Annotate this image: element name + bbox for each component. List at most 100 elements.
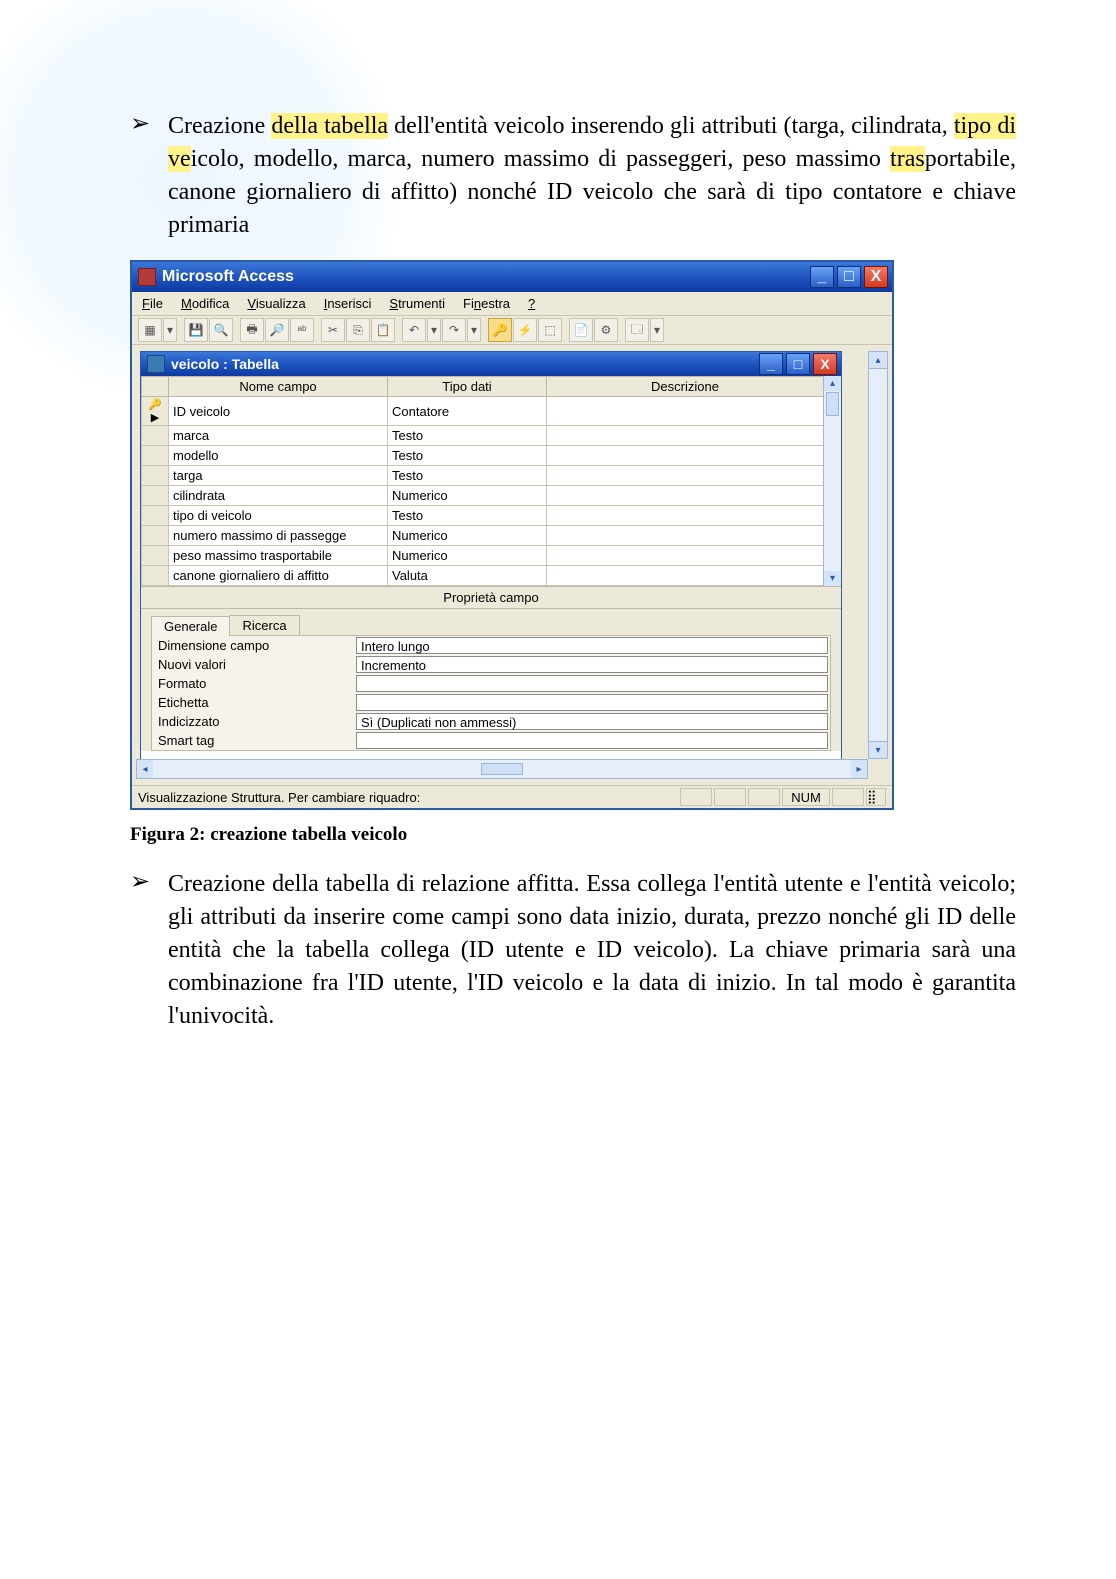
menu-inserisci[interactable]: Inserisci bbox=[324, 296, 372, 311]
property-value-input[interactable]: Sì (Duplicati non ammessi) bbox=[356, 713, 828, 730]
row-selector[interactable] bbox=[142, 426, 169, 446]
field-name-cell[interactable]: canone giornaliero di affitto bbox=[169, 566, 388, 586]
scroll-up-icon[interactable]: ▴ bbox=[824, 376, 841, 391]
property-value-input[interactable]: Incremento bbox=[356, 656, 828, 673]
scroll-down-icon[interactable]: ▾ bbox=[824, 571, 841, 586]
field-type-cell[interactable]: Testo bbox=[388, 466, 547, 486]
dbwindow-button[interactable]: 🗔 bbox=[625, 318, 649, 342]
more-dropdown[interactable]: ▾ bbox=[650, 318, 664, 342]
key-button[interactable]: 🔑 bbox=[488, 318, 512, 342]
tab-ricerca[interactable]: Ricerca bbox=[229, 615, 299, 635]
field-desc-cell[interactable] bbox=[547, 486, 824, 506]
paste-button[interactable]: 📋 bbox=[371, 318, 395, 342]
row-selector[interactable] bbox=[142, 486, 169, 506]
view-button[interactable]: ▦ bbox=[138, 318, 162, 342]
fields-table[interactable]: Nome campo Tipo dati Descrizione 🔑▶ID ve… bbox=[141, 376, 824, 586]
property-value-input[interactable] bbox=[356, 694, 828, 711]
resize-grip-icon[interactable]: ⣿ bbox=[866, 788, 886, 806]
child-titlebar[interactable]: veicolo : Tabella _ □ X bbox=[141, 352, 841, 376]
scroll-up-icon[interactable]: ▴ bbox=[869, 352, 887, 369]
menu-help[interactable]: ? bbox=[528, 296, 535, 311]
scroll-right-icon[interactable]: ▸ bbox=[851, 760, 867, 778]
table-row[interactable]: 🔑▶ID veicoloContatore bbox=[142, 397, 824, 426]
property-value-input[interactable] bbox=[356, 675, 828, 692]
field-desc-cell[interactable] bbox=[547, 446, 824, 466]
save-button[interactable]: 💾 bbox=[184, 318, 208, 342]
table-row[interactable]: targaTesto bbox=[142, 466, 824, 486]
field-type-cell[interactable]: Testo bbox=[388, 426, 547, 446]
field-name-cell[interactable]: marca bbox=[169, 426, 388, 446]
field-name-cell[interactable]: cilindrata bbox=[169, 486, 388, 506]
table-row[interactable]: canone giornaliero di affittoValuta bbox=[142, 566, 824, 586]
search-button[interactable]: 🔍 bbox=[209, 318, 233, 342]
field-name-cell[interactable]: peso massimo trasportabile bbox=[169, 546, 388, 566]
row-selector[interactable] bbox=[142, 506, 169, 526]
maximize-button[interactable]: □ bbox=[837, 266, 861, 288]
mdi-hscroll[interactable]: ◂ ▸ bbox=[136, 759, 868, 779]
mdi-vscroll[interactable]: ▴ ▾ bbox=[868, 351, 888, 759]
col-type[interactable]: Tipo dati bbox=[388, 377, 547, 397]
menu-finestra[interactable]: Finestra bbox=[463, 296, 510, 311]
dropdown-icon[interactable]: ▾ bbox=[163, 318, 177, 342]
field-type-cell[interactable]: Testo bbox=[388, 506, 547, 526]
tab-generale[interactable]: Generale bbox=[151, 616, 230, 636]
field-desc-cell[interactable] bbox=[547, 466, 824, 486]
indexes-button[interactable]: ⚡ bbox=[513, 318, 537, 342]
field-name-cell[interactable]: tipo di veicolo bbox=[169, 506, 388, 526]
field-name-cell[interactable]: targa bbox=[169, 466, 388, 486]
field-desc-cell[interactable] bbox=[547, 546, 824, 566]
row-selector[interactable] bbox=[142, 566, 169, 586]
insertrows-button[interactable]: ⬚ bbox=[538, 318, 562, 342]
field-desc-cell[interactable] bbox=[547, 397, 824, 426]
menu-modifica[interactable]: Modifica bbox=[181, 296, 229, 311]
table-row[interactable]: peso massimo trasportabileNumerico bbox=[142, 546, 824, 566]
child-maximize-button[interactable]: □ bbox=[786, 353, 810, 375]
field-desc-cell[interactable] bbox=[547, 426, 824, 446]
table-row[interactable]: marcaTesto bbox=[142, 426, 824, 446]
scroll-thumb[interactable] bbox=[826, 392, 839, 416]
copy-button[interactable]: ⎘ bbox=[346, 318, 370, 342]
row-selector[interactable] bbox=[142, 526, 169, 546]
preview-button[interactable]: 🔎 bbox=[265, 318, 289, 342]
field-name-cell[interactable]: numero massimo di passegge bbox=[169, 526, 388, 546]
primary-key-icon[interactable]: 🔑▶ bbox=[142, 397, 169, 426]
property-value-input[interactable] bbox=[356, 732, 828, 749]
field-name-cell[interactable]: ID veicolo bbox=[169, 397, 388, 426]
undo-dropdown[interactable]: ▾ bbox=[427, 318, 441, 342]
property-value-input[interactable]: Intero lungo bbox=[356, 637, 828, 654]
row-selector[interactable] bbox=[142, 546, 169, 566]
minimize-button[interactable]: _ bbox=[810, 266, 834, 288]
table-row[interactable]: cilindrataNumerico bbox=[142, 486, 824, 506]
table-row[interactable]: tipo di veicoloTesto bbox=[142, 506, 824, 526]
print-button[interactable]: 🖶 bbox=[240, 318, 264, 342]
grid-scrollbar[interactable]: ▴ ▾ bbox=[823, 376, 841, 586]
row-selector[interactable] bbox=[142, 466, 169, 486]
scroll-left-icon[interactable]: ◂ bbox=[137, 760, 153, 778]
row-selector[interactable] bbox=[142, 446, 169, 466]
field-type-cell[interactable]: Contatore bbox=[388, 397, 547, 426]
field-type-cell[interactable]: Numerico bbox=[388, 486, 547, 506]
menu-visualizza[interactable]: Visualizza bbox=[247, 296, 305, 311]
field-name-cell[interactable]: modello bbox=[169, 446, 388, 466]
properties-button[interactable]: 📄 bbox=[569, 318, 593, 342]
field-type-cell[interactable]: Valuta bbox=[388, 566, 547, 586]
spellcheck-button[interactable]: ᵃᵇ bbox=[290, 318, 314, 342]
table-row[interactable]: numero massimo di passeggeNumerico bbox=[142, 526, 824, 546]
col-name[interactable]: Nome campo bbox=[169, 377, 388, 397]
redo-dropdown[interactable]: ▾ bbox=[467, 318, 481, 342]
scroll-down-icon[interactable]: ▾ bbox=[869, 741, 887, 758]
redo-button[interactable]: ↷ bbox=[442, 318, 466, 342]
build-button[interactable]: ⚙ bbox=[594, 318, 618, 342]
field-desc-cell[interactable] bbox=[547, 506, 824, 526]
undo-button[interactable]: ↶ bbox=[402, 318, 426, 342]
col-desc[interactable]: Descrizione bbox=[547, 377, 824, 397]
field-desc-cell[interactable] bbox=[547, 566, 824, 586]
field-type-cell[interactable]: Numerico bbox=[388, 526, 547, 546]
field-type-cell[interactable]: Testo bbox=[388, 446, 547, 466]
cut-button[interactable]: ✂ bbox=[321, 318, 345, 342]
field-desc-cell[interactable] bbox=[547, 526, 824, 546]
titlebar[interactable]: Microsoft Access _ □ X bbox=[132, 262, 892, 292]
scroll-thumb[interactable] bbox=[481, 763, 523, 775]
close-button[interactable]: X bbox=[864, 266, 888, 288]
child-minimize-button[interactable]: _ bbox=[759, 353, 783, 375]
